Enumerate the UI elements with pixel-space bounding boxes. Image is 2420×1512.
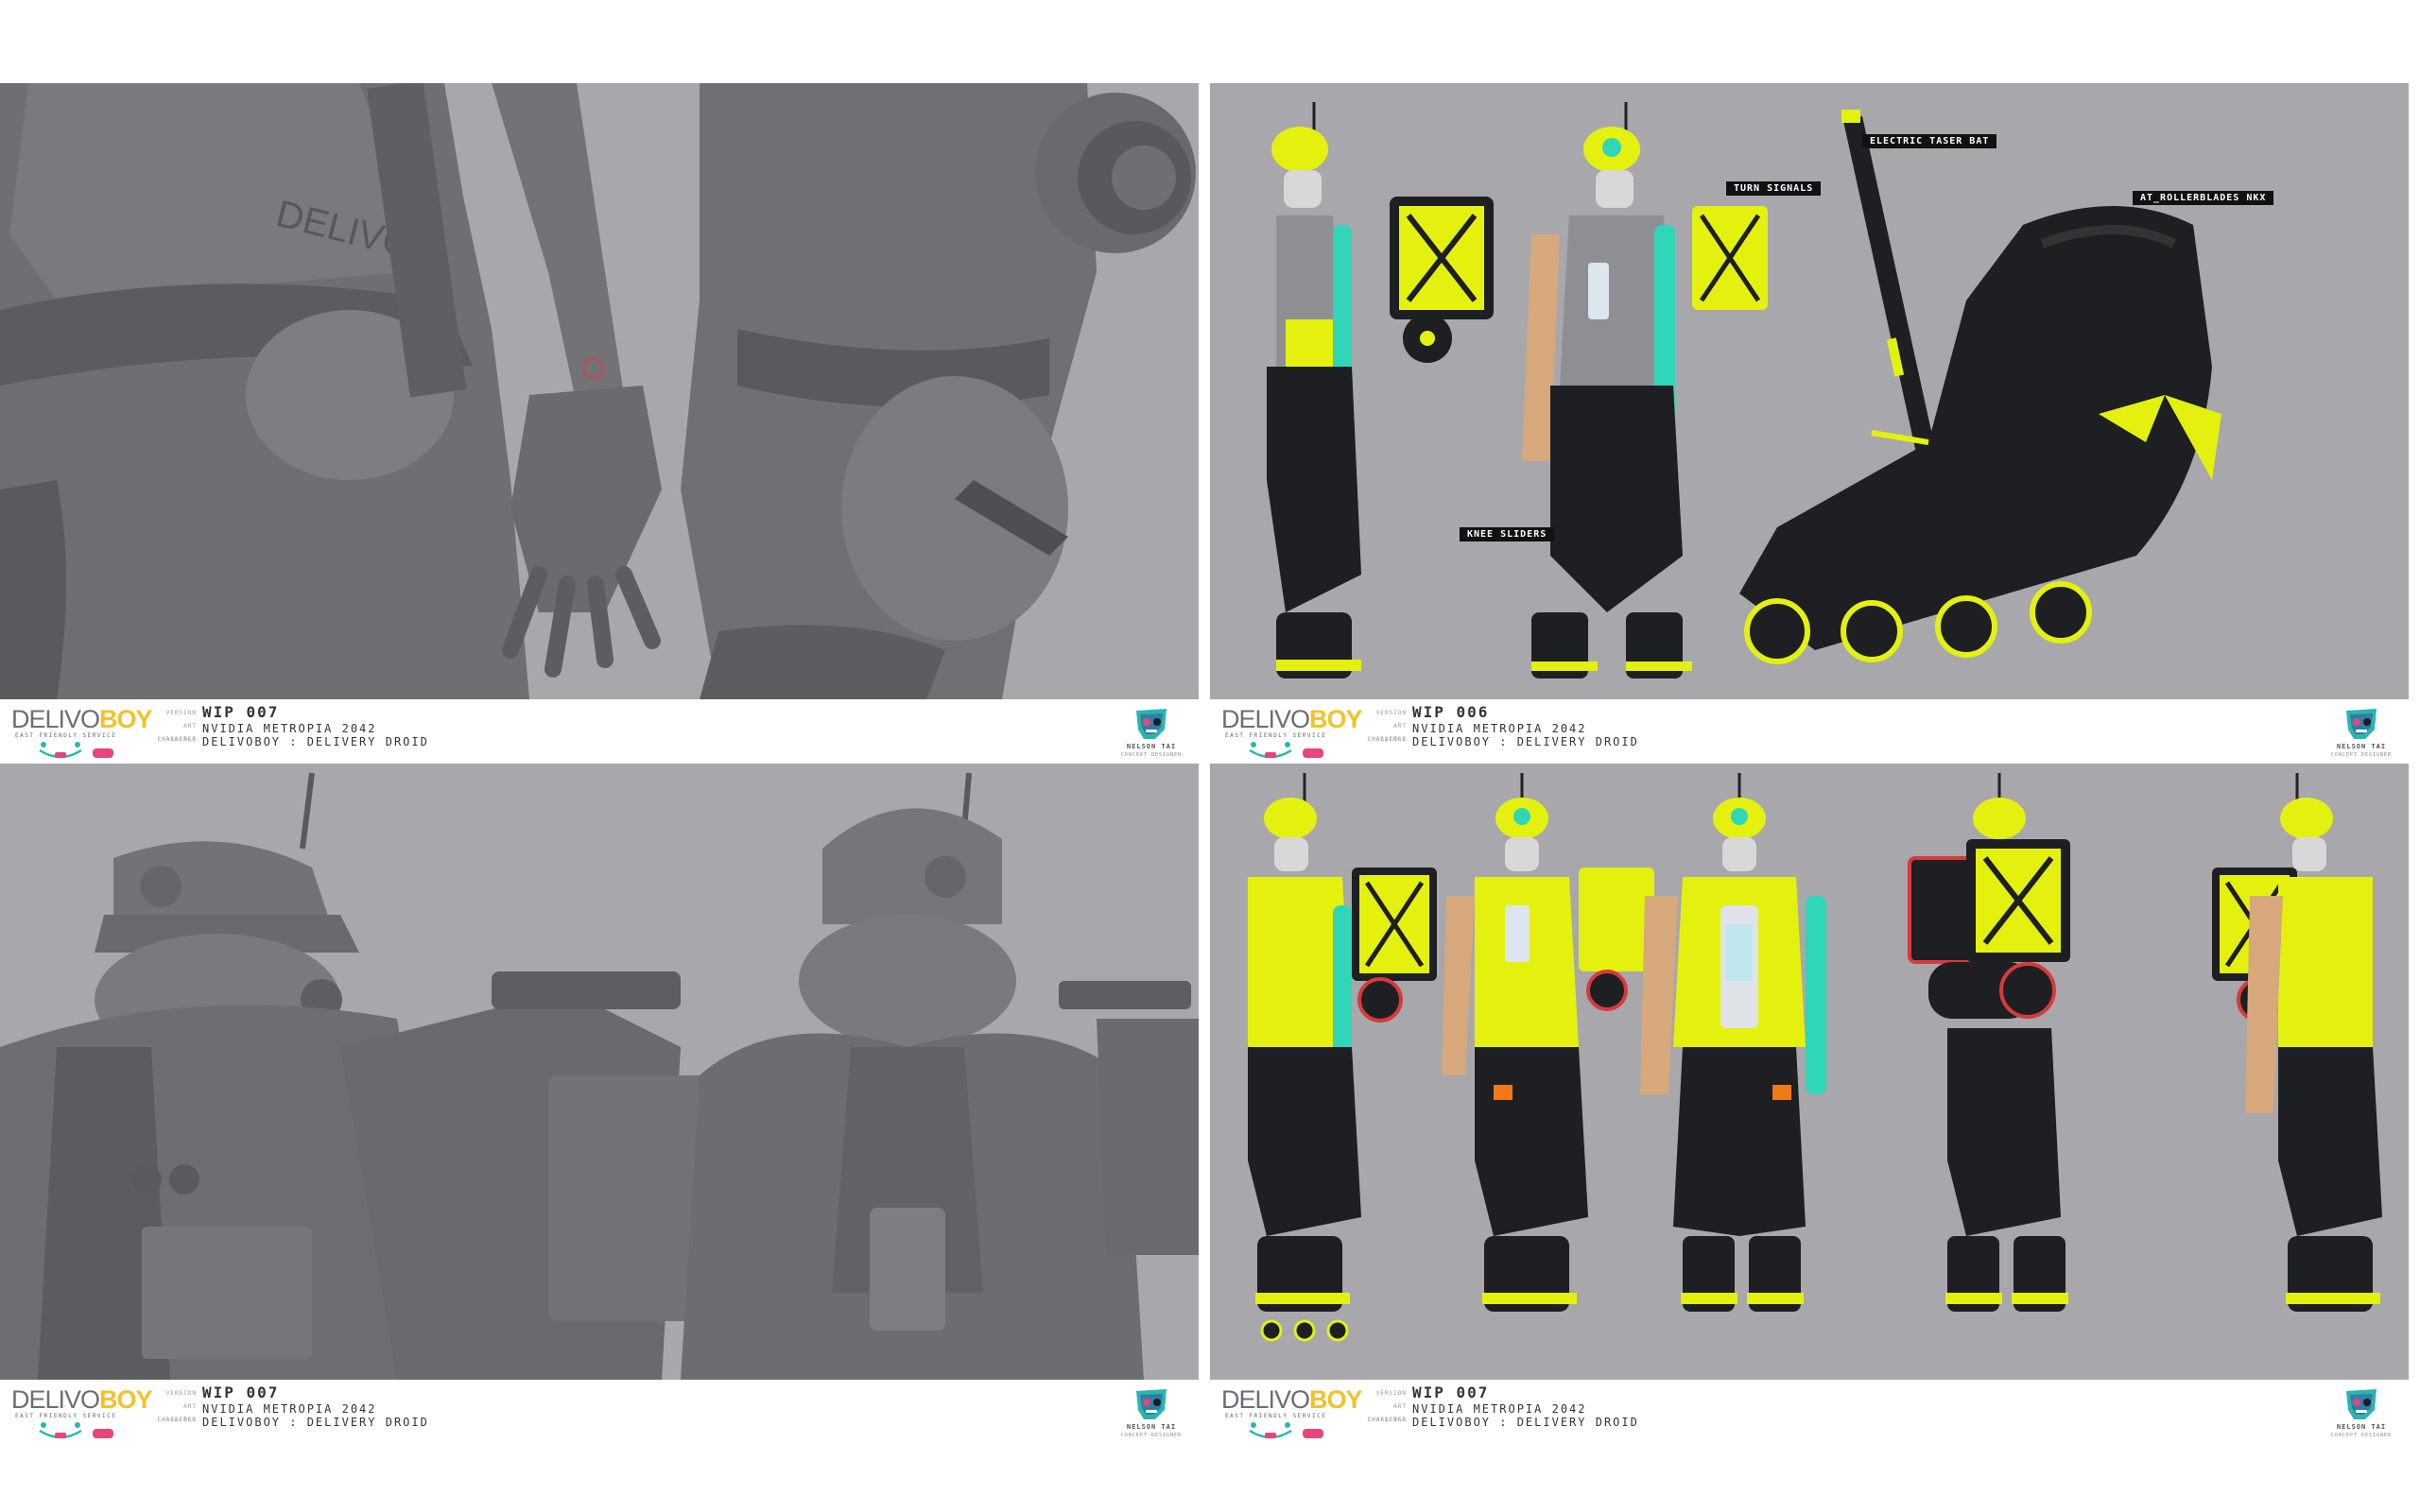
character-label: DELIVOBOY : DELIVERY DROID	[1412, 1416, 1639, 1429]
logo-wordmark: DELIVOBOY	[11, 705, 153, 733]
logo-tagline: EAST FRIENDLY SERVICE	[15, 1413, 117, 1419]
challenge-label: NVIDIA METROPIA 2042	[1412, 1402, 1587, 1416]
sheet-4: DELIVOBOY EAST FRIENDLY SERVICE VERSION …	[1210, 764, 2409, 1444]
sculpt-render-head	[0, 764, 1199, 1380]
meta-labels: VERSION ART CHALLENGE CHARACTER	[1367, 1390, 1407, 1423]
logo-tagline: EAST FRIENDLY SERVICE	[15, 732, 117, 739]
callout-rollerblades: AT_ROLLERBLADES NKX	[2133, 191, 2274, 205]
challenge-label: NVIDIA METROPIA 2042	[1412, 722, 1587, 735]
version-label: WIP 006	[1412, 703, 1490, 721]
meta-labels: VERSION ART CHALLENGE CHARACTER	[1367, 710, 1407, 743]
character-label: DELIVOBOY : DELIVERY DROID	[1412, 735, 1639, 748]
sheet-info-bar: DELIVOBOY EAST FRIENDLY SERVICE VERSION …	[0, 1380, 1199, 1444]
meta-values: WIP 006 NVIDIA METROPIA 2042 DELIVOBOY :…	[1412, 703, 1639, 748]
sheet-1: DELIVO DELIVOBOY EAST FRIENDLY SERVICE V…	[0, 83, 1199, 764]
nelson-tai-skull-logo-icon	[2346, 1389, 2377, 1419]
logo-wordmark: DELIVOBOY	[11, 1385, 153, 1414]
robot-face-mark-icon	[1249, 1422, 1323, 1439]
sculpt-render-torso: DELIVO	[0, 83, 1199, 699]
color-render-turnaround	[1210, 764, 2409, 1380]
sheet-info-bar: DELIVOBOY EAST FRIENDLY SERVICE VERSION …	[1210, 1380, 2409, 1444]
author-badge: NELSON TAI CONCEPT DESIGNER	[2324, 703, 2399, 760]
author-badge: NELSON TAI CONCEPT DESIGNER	[1114, 703, 1189, 760]
turnaround-illustration	[1210, 764, 2409, 1380]
meta-labels: VERSION ART CHALLENGE CHARACTER	[157, 1390, 197, 1423]
meta-values: WIP 007 NVIDIA METROPIA 2042 DELIVOBOY :…	[1412, 1383, 1639, 1429]
nelson-tai-skull-logo-icon	[2346, 709, 2377, 739]
callout-taser-bat: ELECTRIC TASER BAT	[1862, 134, 1997, 148]
robot-face-mark-icon	[39, 1422, 113, 1439]
sheet-2: TURN SIGNALS KNEE SLIDERS ELECTRIC TASER…	[1210, 83, 2409, 764]
logo-wordmark: DELIVOBOY	[1221, 1385, 1363, 1414]
callout-turn-signals: TURN SIGNALS	[1726, 181, 1822, 196]
head-sculpt-illustration	[0, 764, 1199, 1380]
character-label: DELIVOBOY : DELIVERY DROID	[202, 1416, 429, 1429]
version-label: WIP 007	[202, 703, 280, 721]
challenge-label: NVIDIA METROPIA 2042	[202, 722, 377, 735]
meta-values: WIP 007 NVIDIA METROPIA 2042 DELIVOBOY :…	[202, 1383, 429, 1429]
author-badge: NELSON TAI CONCEPT DESIGNER	[2324, 1383, 2399, 1440]
sheet-info-bar: DELIVOBOY EAST FRIENDLY SERVICE VERSION …	[0, 699, 1199, 764]
props-turnaround-illustration	[1210, 83, 2409, 699]
robot-face-mark-icon	[39, 742, 113, 759]
color-render-props: TURN SIGNALS KNEE SLIDERS ELECTRIC TASER…	[1210, 83, 2409, 699]
character-label: DELIVOBOY : DELIVERY DROID	[202, 735, 429, 748]
version-label: WIP 007	[1412, 1383, 1490, 1401]
logo-tagline: EAST FRIENDLY SERVICE	[1225, 1413, 1327, 1419]
logo-wordmark: DELIVOBOY	[1221, 705, 1363, 733]
sheet-info-bar: DELIVOBOY EAST FRIENDLY SERVICE VERSION …	[1210, 699, 2409, 764]
meta-values: WIP 007 NVIDIA METROPIA 2042 DELIVOBOY :…	[202, 703, 429, 748]
sheet-3: DELIVOBOY EAST FRIENDLY SERVICE VERSION …	[0, 764, 1199, 1444]
nelson-tai-skull-logo-icon	[1136, 709, 1167, 739]
delivoboy-logo: DELIVOBOY EAST FRIENDLY SERVICE	[11, 1385, 153, 1440]
delivoboy-logo: DELIVOBOY EAST FRIENDLY SERVICE	[1221, 705, 1363, 760]
delivoboy-logo: DELIVOBOY EAST FRIENDLY SERVICE	[11, 705, 153, 760]
torso-sculpt-illustration: DELIVO	[0, 83, 1199, 699]
meta-labels: VERSION ART CHALLENGE CHARACTER	[157, 710, 197, 743]
logo-tagline: EAST FRIENDLY SERVICE	[1225, 732, 1327, 739]
challenge-label: NVIDIA METROPIA 2042	[202, 1402, 377, 1416]
version-label: WIP 007	[202, 1383, 280, 1401]
delivoboy-logo: DELIVOBOY EAST FRIENDLY SERVICE	[1221, 1385, 1363, 1440]
robot-face-mark-icon	[1249, 742, 1323, 759]
author-badge: NELSON TAI CONCEPT DESIGNER	[1114, 1383, 1189, 1440]
callout-knee-sliders: KNEE SLIDERS	[1460, 527, 1555, 541]
nelson-tai-skull-logo-icon	[1136, 1389, 1167, 1419]
